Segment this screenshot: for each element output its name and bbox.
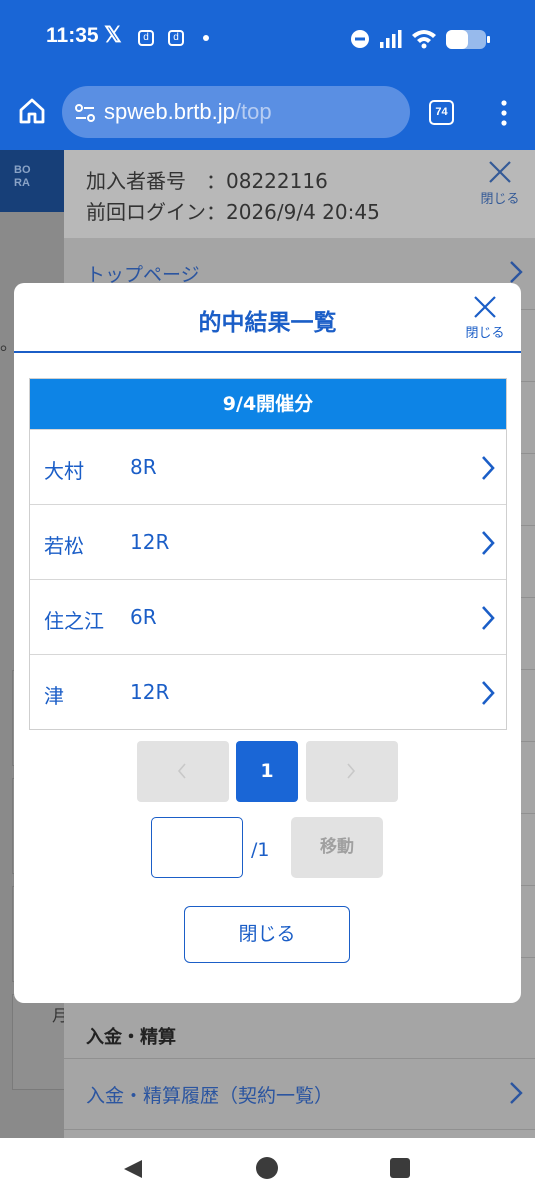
url-path: /top [234, 99, 272, 124]
home-icon[interactable] [17, 96, 47, 126]
date-header: 9/4開催分 [30, 379, 506, 429]
close-icon [474, 296, 496, 318]
recents-icon[interactable] [390, 1158, 410, 1178]
member-info: 加入者番号 ：08222116 前回ログイン：2026/9/4 20:45 [86, 166, 380, 228]
site-logo: BO RA [0, 150, 64, 212]
system-nav-bar [0, 1138, 535, 1200]
close-icon [489, 161, 511, 183]
section-title-deposit: 入金・精算 [86, 1027, 176, 1048]
result-row[interactable]: 大村 8R [30, 429, 506, 504]
venue-name: 津 [44, 684, 64, 708]
chevron-left-icon [177, 763, 186, 779]
race-number: 6R [130, 605, 157, 629]
race-number: 12R [130, 530, 170, 554]
chevron-right-icon [347, 763, 356, 779]
wifi-icon [412, 30, 436, 49]
results-table: 9/4開催分 大村 8R 若松 12R 住之江 6R 津 12R [29, 378, 507, 730]
result-row[interactable]: 住之江 6R [30, 579, 506, 654]
x-app-icon: 𝕏 [104, 22, 122, 47]
modal-title: 的中結果一覧 [198, 310, 337, 336]
back-icon[interactable] [122, 1158, 144, 1180]
menu-item-label: 入金・精算履歴（契約一覧） [86, 1085, 334, 1107]
next-page-button[interactable] [306, 741, 398, 802]
chevron-right-icon [482, 606, 495, 630]
venue-name: 住之江 [44, 609, 104, 633]
menu-item-deposit-history[interactable]: 入金・精算履歴（契約一覧） [64, 1058, 535, 1130]
race-number: 8R [130, 455, 157, 479]
site-settings-icon[interactable] [74, 102, 96, 124]
status-time: 11:35 [46, 24, 99, 47]
url-text[interactable]: spweb.brtb.jp/top [104, 99, 272, 125]
battery-icon [446, 30, 490, 49]
last-login: 前回ログイン：2026/9/4 20:45 [86, 200, 380, 224]
chevron-right-icon [482, 531, 495, 555]
venue-name: 大村 [44, 459, 84, 483]
hit-results-modal: 的中結果一覧 閉じる 9/4開催分 大村 8R 若松 12R 住之江 6R 津 … [14, 283, 521, 1003]
tab-switcher-button[interactable]: 74 [429, 100, 454, 125]
page-total: /1 [251, 839, 270, 861]
member-info-header: 加入者番号 ：08222116 前回ログイン：2026/9/4 20:45 閉じ… [64, 150, 535, 238]
current-page-button[interactable]: 1 [236, 741, 298, 802]
modal-close-label: 閉じる [465, 326, 505, 341]
move-button[interactable]: 移動 [291, 817, 383, 878]
chevron-right-icon [482, 456, 495, 480]
status-icons [351, 30, 490, 49]
status-bar: 11:35 𝕏 d d [0, 0, 535, 78]
page-number-input[interactable] [151, 817, 243, 878]
result-row[interactable]: 津 12R [30, 654, 506, 729]
dnd-icon [351, 30, 369, 48]
more-menu-icon[interactable] [497, 98, 511, 128]
race-number: 12R [130, 680, 170, 704]
menu-close-label: 閉じる [480, 192, 520, 207]
notification-icon: d [138, 30, 154, 46]
signal-icon [380, 30, 402, 48]
modal-close-button[interactable]: 閉じる [461, 295, 509, 341]
chevron-right-icon [482, 681, 495, 705]
menu-close-button[interactable]: 閉じる [477, 160, 523, 207]
more-notifications-icon [203, 35, 209, 41]
chevron-right-icon [510, 261, 523, 283]
venue-name: 若松 [44, 534, 84, 558]
notification-icon: d [168, 30, 184, 46]
browser-toolbar: spweb.brtb.jp/top 74 [0, 78, 535, 150]
close-button[interactable]: 閉じる [184, 906, 350, 963]
home-nav-icon[interactable] [256, 1157, 278, 1179]
title-divider [14, 351, 521, 353]
chevron-right-icon [510, 1082, 523, 1104]
address-bar[interactable]: spweb.brtb.jp/top [62, 86, 410, 138]
result-row[interactable]: 若松 12R [30, 504, 506, 579]
url-host: spweb.brtb.jp [104, 99, 235, 124]
member-number: 加入者番号 ：08222116 [86, 169, 328, 193]
prev-page-button[interactable] [137, 741, 229, 802]
